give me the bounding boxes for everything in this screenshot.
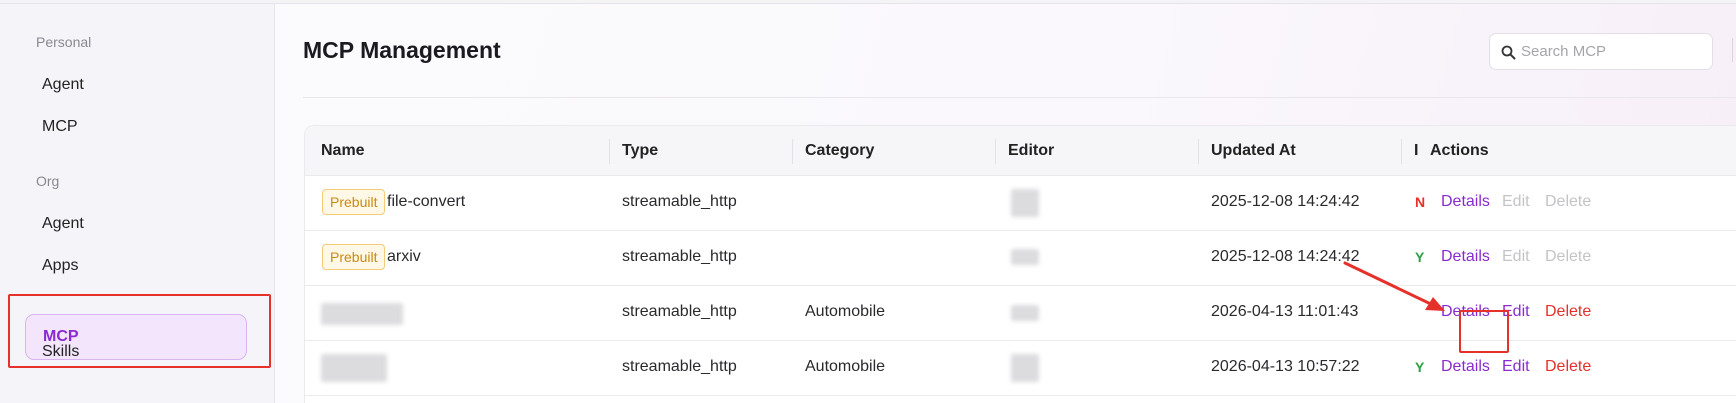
sidebar: Personal Agent MCP Org Agent Apps MCP Sk…	[0, 4, 275, 403]
search-icon	[1501, 45, 1516, 60]
delete-link[interactable]: Delete	[1545, 193, 1591, 211]
status-indicator: Y	[1415, 359, 1425, 375]
sidebar-item-personal-agent[interactable]: Agent	[42, 76, 84, 94]
mcp-name: arxiv	[387, 248, 421, 265]
section-label-org: Org	[36, 173, 60, 189]
details-link[interactable]: Details	[1441, 193, 1490, 211]
updated-at: 2025-12-08 14:24:42	[1211, 193, 1360, 210]
redacted-editor-avatar	[1011, 189, 1039, 217]
search-input[interactable]	[1521, 34, 1709, 69]
edit-link[interactable]: Edit	[1502, 303, 1530, 321]
details-link[interactable]: Details	[1441, 358, 1490, 376]
column-separator	[609, 139, 610, 164]
mcp-type: streamable_http	[622, 358, 737, 375]
edit-link[interactable]: Edit	[1502, 248, 1530, 266]
status-indicator: Y	[1415, 249, 1425, 265]
toolbar-divider	[1732, 38, 1733, 62]
mcp-table: Name Type Category Editor Updated At I A…	[304, 125, 1736, 403]
column-header-actions: Actions	[1430, 142, 1489, 159]
prebuilt-badge: Prebuilt	[322, 244, 386, 270]
edit-link[interactable]: Edit	[1502, 358, 1530, 376]
status-indicator: N	[1415, 194, 1426, 210]
updated-at: 2026-04-13 10:57:22	[1211, 358, 1360, 375]
column-header-status[interactable]: I	[1414, 142, 1418, 160]
sidebar-item-org-apps[interactable]: Apps	[42, 257, 78, 275]
column-separator	[995, 139, 996, 164]
redacted-editor-avatar	[1011, 354, 1039, 382]
table-row: streamable_http Automobile 2026-04-13 10…	[305, 341, 1736, 396]
section-label-personal: Personal	[36, 34, 92, 50]
mcp-type: streamable_http	[622, 193, 737, 210]
details-link[interactable]: Details	[1441, 248, 1490, 266]
updated-at: 2025-12-08 14:24:42	[1211, 248, 1360, 265]
edit-link[interactable]: Edit	[1502, 193, 1530, 211]
prebuilt-badge: Prebuilt	[322, 189, 386, 215]
details-link[interactable]: Details	[1441, 303, 1490, 321]
main-content: MCP Management Name Type Category Editor…	[276, 4, 1736, 403]
page-title: MCP Management	[303, 37, 501, 63]
redacted-editor-avatar	[1011, 305, 1039, 321]
updated-at: 2026-04-13 11:01:43	[1211, 303, 1359, 320]
column-header-updated-at[interactable]: Updated At	[1211, 142, 1296, 160]
column-header-type[interactable]: Type	[622, 142, 658, 160]
table-row: streamable_http Automobile 2026-04-13 11…	[305, 286, 1736, 341]
sidebar-item-org-agent[interactable]: Agent	[42, 215, 84, 233]
delete-link[interactable]: Delete	[1545, 303, 1591, 321]
mcp-category: Automobile	[805, 303, 886, 320]
column-header-category[interactable]: Category	[805, 142, 874, 160]
column-separator	[1198, 139, 1199, 164]
mcp-type: streamable_http	[622, 303, 737, 320]
column-header-editor[interactable]: Editor	[1008, 142, 1054, 160]
table-row: Prebuilt arxiv streamable_http 2025-12-0…	[305, 231, 1736, 286]
table-row: Prebuilt file-convert streamable_http 20…	[305, 176, 1736, 231]
search-box[interactable]	[1489, 33, 1713, 70]
mcp-type: streamable_http	[622, 248, 737, 265]
redacted-editor-avatar	[1011, 249, 1039, 265]
redacted-mcp-name	[321, 303, 403, 325]
table-header: Name Type Category Editor Updated At I A…	[305, 126, 1736, 176]
mcp-category: Automobile	[805, 358, 886, 375]
column-separator	[1401, 139, 1402, 164]
header-divider	[303, 97, 1736, 98]
sidebar-item-personal-mcp[interactable]: MCP	[42, 118, 78, 136]
column-separator	[792, 139, 793, 164]
delete-link[interactable]: Delete	[1545, 358, 1591, 376]
app-root: Personal Agent MCP Org Agent Apps MCP Sk…	[0, 0, 1736, 403]
redacted-mcp-name	[321, 354, 387, 382]
column-header-name[interactable]: Name	[321, 142, 365, 160]
delete-link[interactable]: Delete	[1545, 248, 1591, 266]
mcp-name: file-convert	[387, 193, 466, 210]
sidebar-item-org-skills[interactable]: Skills	[42, 343, 79, 361]
